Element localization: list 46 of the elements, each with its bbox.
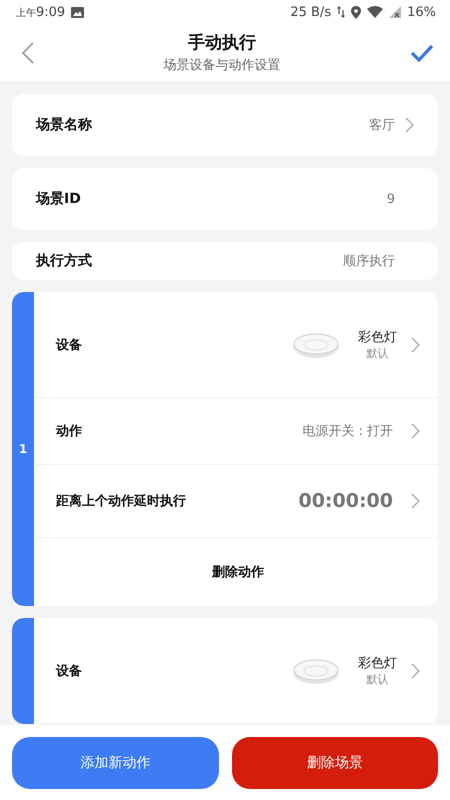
action-number: 1 <box>18 442 28 456</box>
chevron-icon <box>411 423 420 439</box>
row-label: 设备 <box>56 336 82 354</box>
chevron-icon <box>411 662 420 678</box>
ceiling-lamp-icon <box>292 656 340 684</box>
page-subtitle: 场景设备与动作设置 <box>164 57 280 74</box>
setting-label: 场景ID <box>36 190 81 208</box>
delete-scene-button[interactable]: 删除场景 <box>232 737 438 789</box>
wifi-icon <box>367 6 384 18</box>
ceiling-lamp-icon <box>292 330 340 358</box>
row-label: 动作 <box>56 423 82 440</box>
status-time: 上午9:09 <box>16 4 66 20</box>
checkmark-icon <box>410 44 434 62</box>
add-action-button[interactable]: 添加新动作 <box>12 737 218 789</box>
chevron-icon <box>411 336 420 352</box>
battery-level: 16% <box>407 4 436 20</box>
chevron-icon <box>411 493 420 509</box>
action-row[interactable]: 动作 电源开关 : 打开 <box>36 398 438 465</box>
page-title: 手动执行 <box>188 32 256 54</box>
setting-value: 顺序执行 <box>343 253 395 270</box>
delete-action-button[interactable]: 删除动作 <box>206 562 270 582</box>
delay-time: 00:00:00 <box>298 490 393 512</box>
device-name: 彩色灯 <box>358 329 397 346</box>
setting-row[interactable]: 场景ID 9 <box>12 168 438 230</box>
data-arrows-icon <box>337 6 346 18</box>
device-room: 默认 <box>366 346 388 361</box>
image-icon <box>71 6 84 18</box>
location-icon <box>351 6 362 18</box>
setting-value: 9 <box>386 192 395 206</box>
network-speed: 25 B/s <box>290 4 332 20</box>
device-row[interactable]: 设备 彩色灯 默认 <box>36 618 438 724</box>
signal-icon <box>389 6 402 18</box>
back-icon <box>22 42 34 64</box>
delay-row[interactable]: 距离上个动作延时执行 00:00:00 <box>36 465 438 538</box>
row-label: 距离上个动作延时执行 <box>56 492 186 510</box>
row-label: 设备 <box>56 662 82 680</box>
back-button[interactable] <box>20 40 36 66</box>
device-name: 彩色灯 <box>358 655 397 672</box>
device-room: 默认 <box>366 672 388 687</box>
setting-row[interactable]: 场景名称 客厅 <box>12 94 438 156</box>
device-row[interactable]: 设备 彩色灯 默认 <box>36 292 438 398</box>
action-value: 电源开关 : 打开 <box>302 423 393 440</box>
setting-value: 客厅 <box>369 117 395 134</box>
setting-label: 场景名称 <box>36 116 92 134</box>
setting-label: 执行方式 <box>36 252 92 270</box>
setting-row[interactable]: 执行方式 顺序执行 <box>12 242 438 280</box>
